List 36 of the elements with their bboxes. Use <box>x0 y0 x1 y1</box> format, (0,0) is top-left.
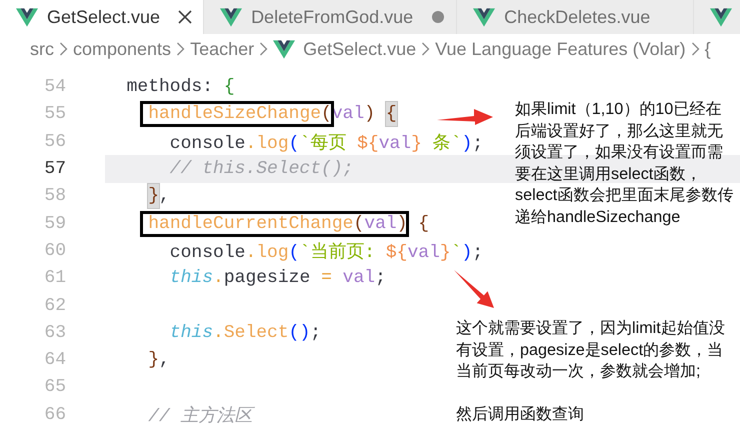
note-text: 如果limit（1,10）的10已经在后端设置好了，那么这里就无须设置了，如果没有设置而需要在这里调用select函数，select函数会把里面末尾参数传递给handleSizechange <box>515 99 734 228</box>
code-line: console.log(`当前页: ${val}`); <box>168 241 484 263</box>
code-line: handleCurrentChange(val) { <box>105 214 430 234</box>
editor-tab[interactable]: CheckDeletes.vue <box>457 0 694 34</box>
line-number: 64 <box>43 350 66 370</box>
line-number: 56 <box>43 132 66 152</box>
breadcrumb-item[interactable]: components <box>73 38 172 60</box>
editor-tab[interactable]: DeleteFromGod.vue <box>204 0 458 34</box>
code-line: }, <box>147 350 170 370</box>
breadcrumb-item[interactable]: Teacher <box>190 38 254 60</box>
line-number: 63 <box>43 322 66 343</box>
line-number: 65 <box>43 377 66 398</box>
code-line: console.log(`每页 ${val} 条`); <box>168 132 484 154</box>
line-number: 60 <box>43 240 66 261</box>
breadcrumb-item[interactable]: src <box>30 38 54 60</box>
note-text: 然后调用函数查询 <box>456 404 585 425</box>
line-number: 55 <box>43 104 66 124</box>
editor-tab[interactable]: GetSelect.vue <box>0 0 204 34</box>
code-line: this.Select(); <box>168 322 322 343</box>
code-line: methods: { <box>126 77 235 98</box>
line-number: 57 <box>43 159 66 180</box>
line-number: 59 <box>43 214 66 234</box>
line-number: 62 <box>43 296 66 316</box>
line-number: 58 <box>43 186 66 206</box>
code-line: handleSizeChange(val) { <box>105 104 397 124</box>
code-line: }, <box>105 186 170 206</box>
line-number: 61 <box>43 268 66 288</box>
line-number: 54 <box>43 77 66 98</box>
code-line: // 主方法区 <box>147 404 253 427</box>
breadcrumb-item[interactable]: { <box>704 38 711 60</box>
breadcrumb-item[interactable]: GetSelect.vue <box>303 38 416 60</box>
code-line: this.pagesize = val; <box>168 268 386 288</box>
line-number: 66 <box>43 404 66 425</box>
breadcrumb-item[interactable]: Vue Language Features (Volar) <box>435 38 686 60</box>
note-text: 这个就需要设置了，因为limit起始值没有设置，pagesize是select的参数，当当前页每改动一次，参数就会增加; <box>456 318 726 382</box>
code-line: // this.Select(); <box>168 159 354 180</box>
